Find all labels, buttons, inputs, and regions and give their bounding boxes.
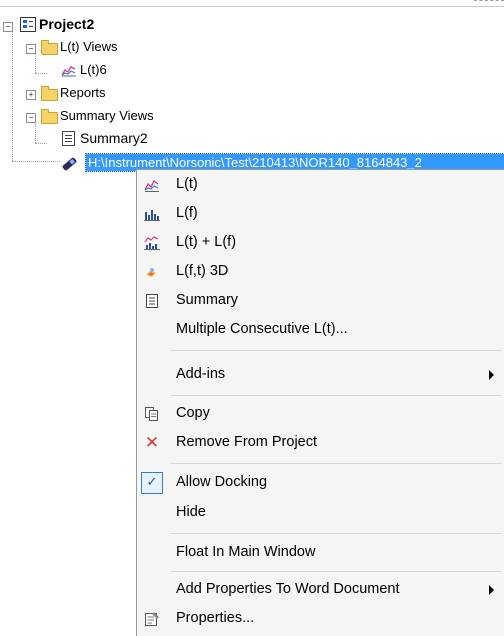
- bar-chart-icon: [144, 206, 160, 222]
- properties-icon: [144, 611, 160, 627]
- menu-item-label: L(f,t) 3D: [176, 263, 229, 279]
- menu-item-label: Add Properties To Word Document: [176, 581, 400, 597]
- menu-item-summary[interactable]: Summary: [137, 286, 504, 316]
- tree-node-label: L(t)6: [80, 62, 107, 77]
- instrument-icon: [61, 156, 78, 171]
- tree-node-project[interactable]: Project2: [20, 15, 94, 32]
- tree-node-lt6[interactable]: L(t)6: [61, 61, 107, 78]
- menu-item-add-properties-to-word[interactable]: Add Properties To Word Document: [137, 575, 504, 605]
- folder-icon: [41, 108, 58, 124]
- menu-item-label: L(f): [176, 205, 198, 221]
- menu-item-multiple-consecutive-lt[interactable]: Multiple Consecutive L(t)...: [137, 315, 504, 345]
- menu-separator: [171, 571, 501, 572]
- tree-node-label: Project2: [39, 15, 95, 32]
- tree-connector: [12, 25, 13, 161]
- submenu-arrow-icon: [489, 370, 494, 380]
- project-icon: [20, 16, 36, 32]
- tree-node-label: Summary2: [80, 129, 148, 146]
- menu-item-remove-from-project[interactable]: ✕ Remove From Project: [137, 428, 504, 458]
- folder-icon: [41, 85, 58, 101]
- tree-connector: [35, 143, 47, 144]
- menu-separator: [171, 463, 501, 464]
- menu-separator: [171, 533, 501, 534]
- menu-separator: [171, 395, 501, 396]
- tree-node-reports[interactable]: Reports: [41, 84, 106, 101]
- project-tree[interactable]: − Project2 − L(t) Views L(t)6 + Reports …: [0, 0, 504, 180]
- tree-node-label: Reports: [60, 85, 106, 100]
- menu-item-float-in-main-window[interactable]: Float In Main Window: [137, 538, 504, 568]
- copy-icon: [144, 406, 160, 422]
- tree-node-label: Summary Views: [60, 108, 154, 123]
- expander-project[interactable]: −: [3, 22, 13, 32]
- menu-item-lf[interactable]: L(f): [137, 199, 504, 229]
- menu-item-label: Hide: [176, 504, 206, 520]
- menu-item-label: Add-ins: [176, 366, 226, 382]
- line-chart-icon: [61, 63, 77, 77]
- menu-item-properties[interactable]: Properties...: [137, 604, 504, 634]
- 3d-chart-icon: [144, 264, 160, 280]
- summary-doc-icon: [61, 130, 77, 146]
- tree-connector: [35, 124, 36, 143]
- menu-item-label: Summary: [176, 292, 239, 308]
- expander-reports[interactable]: +: [26, 90, 36, 100]
- menu-item-label: Properties...: [176, 610, 255, 626]
- tree-node-summary2[interactable]: Summary2: [61, 129, 148, 146]
- tree-node-label: L(t) Views: [60, 39, 118, 54]
- combined-chart-icon: [144, 235, 160, 251]
- remove-x-icon: ✕: [144, 433, 160, 453]
- menu-item-allow-docking[interactable]: ✓ Allow Docking: [137, 468, 504, 498]
- menu-separator: [171, 350, 501, 351]
- menu-item-label: Multiple Consecutive L(t)...: [176, 321, 348, 337]
- tree-node-summary-views[interactable]: Summary Views: [41, 107, 154, 124]
- tree-node-lt-views[interactable]: L(t) Views: [41, 38, 118, 55]
- expander-summary-views[interactable]: −: [26, 113, 36, 123]
- menu-item-label: L(t): [176, 176, 198, 192]
- menu-item-label: L(t) + L(f): [176, 234, 237, 250]
- tree-node-measurement-file-icon: [61, 154, 81, 171]
- menu-item-label: Allow Docking: [176, 474, 268, 490]
- line-chart-icon: [144, 177, 160, 193]
- context-menu: L(t) L(f) L(t) + L(f) L(f,t) 3D Summary …: [136, 169, 504, 636]
- menu-item-label: Remove From Project: [176, 434, 318, 450]
- menu-item-label: Copy: [176, 405, 210, 421]
- folder-icon: [41, 39, 58, 55]
- checkmark-icon: ✓: [141, 472, 163, 494]
- expander-lt-views[interactable]: −: [26, 44, 36, 54]
- menu-item-hide[interactable]: Hide: [137, 498, 504, 528]
- submenu-arrow-icon: [489, 585, 494, 595]
- menu-item-label: Float In Main Window: [176, 544, 316, 560]
- tree-connector: [35, 54, 36, 73]
- tree-connector: [35, 73, 47, 74]
- menu-item-add-ins[interactable]: Add-ins: [137, 360, 504, 390]
- menu-item-lt[interactable]: L(t): [137, 170, 504, 200]
- menu-item-copy[interactable]: Copy: [137, 399, 504, 429]
- summary-doc-icon: [144, 293, 160, 309]
- menu-item-lt-plus-lf[interactable]: L(t) + L(f): [137, 228, 504, 258]
- tree-connector: [12, 161, 60, 162]
- menu-item-lft-3d[interactable]: L(f,t) 3D: [137, 257, 504, 287]
